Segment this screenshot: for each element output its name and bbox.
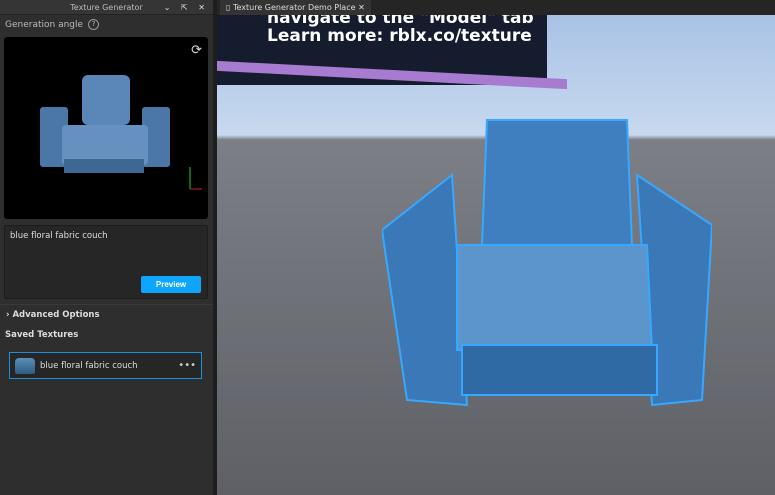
tab-demo-place[interactable]: ▯ Texture Generator Demo Place ✕ [220, 0, 371, 15]
rotate-camera-icon[interactable]: ⟳ [191, 43, 202, 58]
close-tab-icon[interactable]: ✕ [358, 3, 365, 12]
generation-angle-label: Generation angle [5, 19, 84, 30]
preview-viewer[interactable]: ⟳ [4, 37, 208, 219]
advanced-options-toggle[interactable]: › Advanced Options [6, 310, 100, 320]
panel-title-text: Texture Generator [70, 3, 143, 12]
texture-generator-panel: Texture Generator ⌄ ⇱ ✕ Generation angle?… [0, 0, 213, 495]
saved-texture-item[interactable]: blue floral fabric couch ••• [9, 352, 202, 379]
prompt-text[interactable]: blue floral fabric couch [10, 231, 108, 241]
texture-thumbnail [15, 357, 35, 374]
help-icon[interactable]: ? [88, 19, 100, 30]
advanced-options-label: Advanced Options [12, 310, 100, 320]
panel-controls[interactable]: ⌄ ⇱ ✕ [164, 0, 209, 15]
more-options-icon[interactable]: ••• [178, 360, 196, 371]
tab-label: Texture Generator Demo Place [232, 3, 356, 12]
saved-texture-label: blue floral fabric couch [40, 360, 138, 371]
document-icon: ▯ [226, 3, 233, 12]
billboard-line-2: Learn more: rblx.co/texture [267, 26, 532, 46]
chair-preview-image [40, 75, 202, 190]
divider [0, 304, 213, 305]
panel-title: Texture Generator ⌄ ⇱ ✕ [0, 0, 213, 15]
selected-chair-model [382, 119, 712, 407]
tab-bar: ▯ Texture Generator Demo Place ✕ [217, 0, 775, 15]
preview-button[interactable]: Preview [141, 276, 201, 293]
prompt-input[interactable]: blue floral fabric couch Preview [4, 225, 208, 299]
3d-viewport[interactable]: navigate to the "Model" tab Learn more: r… [217, 15, 775, 495]
saved-textures-heading: Saved Textures [5, 330, 79, 340]
